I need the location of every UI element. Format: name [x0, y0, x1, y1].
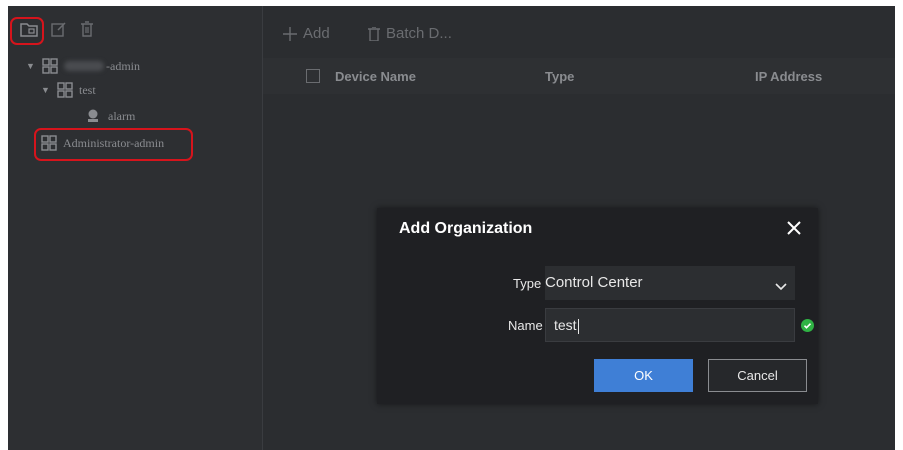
alarm-icon [88, 109, 98, 122]
tree-item-test[interactable]: ▼ test [41, 80, 96, 100]
dialog-title: Add Organization [399, 220, 533, 237]
valid-check-icon [801, 319, 814, 332]
delete-icon[interactable] [76, 18, 98, 40]
select-all-checkbox[interactable] [306, 69, 320, 83]
name-value: test [554, 317, 577, 333]
add-button[interactable]: Add [283, 25, 330, 42]
organization-panel: ▼ -admin ▼ test alarm Administrator-admi… [8, 6, 263, 450]
edit-icon[interactable] [48, 18, 70, 40]
cancel-button[interactable]: Cancel [708, 359, 807, 392]
plus-icon [283, 26, 297, 41]
redacted-name [64, 61, 104, 71]
caret-down-icon[interactable]: ▼ [26, 61, 36, 71]
type-select[interactable]: Control Center [545, 266, 795, 300]
tree-label-alarm: alarm [108, 108, 136, 123]
tree-label-root: -admin [106, 58, 140, 73]
tree-label-test: test [79, 82, 96, 97]
ok-button[interactable]: OK [594, 359, 693, 392]
name-input[interactable]: test [545, 308, 795, 342]
type-value: Control Center [545, 274, 643, 291]
batch-delete-label: Batch D... [386, 25, 452, 42]
add-folder-highlight [10, 17, 44, 45]
add-label: Add [303, 25, 330, 42]
type-label: Type [513, 276, 542, 291]
chevron-down-icon [775, 278, 787, 295]
column-device-name: Device Name [335, 69, 416, 84]
trash-icon [368, 26, 380, 41]
organization-icon [42, 58, 58, 74]
name-label: Name [508, 318, 543, 333]
batch-delete-button[interactable]: Batch D... [368, 25, 452, 42]
column-ip-address: IP Address [755, 69, 823, 84]
table-header: Device Name Type IP Address [263, 58, 895, 94]
organization-icon [57, 82, 73, 98]
tree-item-alarm[interactable]: alarm [86, 106, 135, 126]
column-type: Type [545, 69, 575, 84]
close-icon[interactable] [786, 220, 802, 236]
administrator-highlight [34, 128, 193, 161]
tree-item-root[interactable]: ▼ -admin [26, 56, 140, 76]
caret-down-icon[interactable]: ▼ [41, 85, 51, 95]
